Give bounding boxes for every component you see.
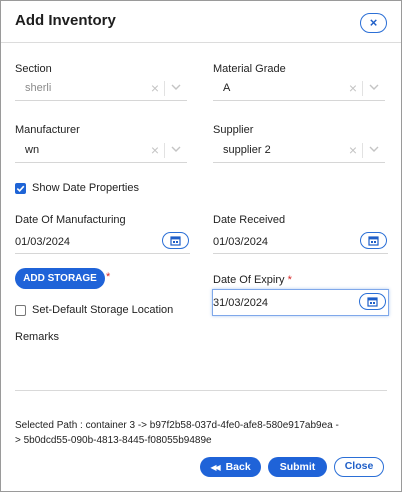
manufacturer-value: wn	[25, 144, 40, 156]
date-received-label: Date Received	[213, 214, 286, 226]
clear-icon[interactable]: ×	[349, 142, 357, 158]
chevron-down-icon[interactable]	[170, 81, 182, 93]
dialog-header: Add Inventory ×	[1, 1, 401, 43]
select-separator	[164, 81, 165, 96]
rewind-icon: ◀◀	[210, 463, 220, 472]
date-of-manufacturing-value: 01/03/2024	[15, 236, 71, 248]
chevron-down-icon[interactable]	[368, 143, 380, 155]
supplier-select[interactable]: supplier 2 ×	[213, 139, 385, 163]
set-default-storage-checkbox[interactable]	[15, 305, 26, 316]
date-received-value: 01/03/2024	[213, 236, 269, 248]
section-value: sherli	[25, 82, 52, 94]
calendar-icon	[170, 236, 181, 246]
submit-button[interactable]: Submit	[268, 457, 327, 477]
date-of-expiry-label-text: Date Of Expiry	[213, 274, 285, 286]
calendar-icon	[367, 297, 378, 307]
calendar-button[interactable]	[360, 232, 387, 249]
material-grade-label: Material Grade	[213, 63, 286, 75]
manufacturer-select[interactable]: wn ×	[15, 139, 187, 163]
add-storage-required-mark: *	[106, 271, 111, 283]
selected-path-line-2: > 5b0dcd55-090b-4813-8445-f08055b9489e	[15, 435, 212, 446]
date-of-manufacturing-label: Date Of Manufacturing	[15, 214, 126, 226]
select-separator	[362, 81, 363, 96]
clear-icon[interactable]: ×	[151, 80, 159, 96]
date-of-expiry-value: 31/03/2024	[213, 297, 269, 309]
add-inventory-dialog: Add Inventory × Section sherli × Materia…	[0, 0, 402, 492]
material-grade-select[interactable]: A ×	[213, 77, 385, 101]
supplier-label: Supplier	[213, 124, 254, 136]
select-separator	[164, 143, 165, 158]
date-of-expiry-required-mark: *	[287, 274, 292, 286]
date-of-expiry-label: Date Of Expiry *	[213, 274, 292, 286]
calendar-button[interactable]	[162, 232, 189, 249]
selected-path-line-1: Selected Path : container 3 -> b97f2b58-…	[15, 420, 339, 431]
checkmark-icon	[16, 185, 25, 192]
selected-path-text: Selected Path : container 3 -> b97f2b58-…	[15, 418, 389, 448]
back-button-label: Back	[225, 461, 251, 473]
remarks-label: Remarks	[15, 331, 60, 343]
date-of-expiry-field[interactable]: 31/03/2024	[212, 289, 389, 316]
clear-icon[interactable]: ×	[151, 142, 159, 158]
add-storage-button[interactable]: ADD STORAGE	[15, 268, 105, 289]
close-button[interactable]: Close	[334, 457, 384, 477]
chevron-down-icon[interactable]	[368, 81, 380, 93]
section-label: Section	[15, 63, 52, 75]
supplier-value: supplier 2	[223, 144, 271, 156]
divider	[15, 390, 387, 391]
clear-icon[interactable]: ×	[349, 80, 357, 96]
manufacturer-label: Manufacturer	[15, 124, 80, 136]
date-of-manufacturing-field[interactable]: 01/03/2024	[15, 230, 190, 254]
calendar-icon	[368, 236, 379, 246]
dialog-title: Add Inventory	[15, 12, 116, 29]
close-dialog-button[interactable]: ×	[360, 13, 387, 33]
calendar-button[interactable]	[359, 293, 386, 310]
chevron-down-icon[interactable]	[170, 143, 182, 155]
back-button[interactable]: ◀◀ Back	[200, 457, 261, 477]
close-icon: ×	[369, 15, 378, 30]
set-default-storage-label: Set-Default Storage Location	[32, 304, 174, 316]
date-received-field[interactable]: 01/03/2024	[213, 230, 388, 254]
section-select[interactable]: sherli ×	[15, 77, 187, 101]
show-date-properties-label: Show Date Properties	[32, 182, 139, 194]
material-grade-value: A	[223, 82, 231, 94]
show-date-properties-checkbox[interactable]	[15, 183, 26, 194]
select-separator	[362, 143, 363, 158]
